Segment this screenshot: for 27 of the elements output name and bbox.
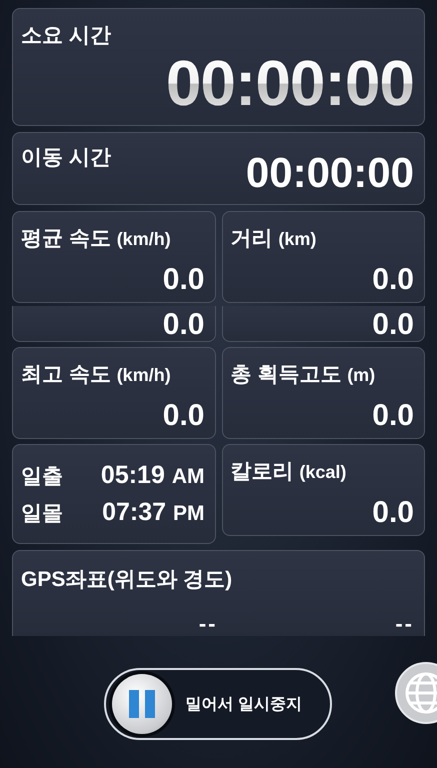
- stat-value: 0.0: [372, 399, 414, 432]
- slide-to-pause-slider[interactable]: 밀어서 일시중지: [104, 668, 332, 740]
- stat-label: 최고 속도 (km/h): [21, 362, 172, 388]
- card-label: 소요 시간: [21, 23, 112, 49]
- card-label: GPS좌표(위도와 경도): [21, 567, 234, 593]
- globe-icon[interactable]: [395, 662, 437, 724]
- pause-icon: [126, 689, 156, 719]
- stat-value: 0.0: [372, 496, 414, 529]
- stat-label: 칼로리 (kcal): [230, 459, 348, 485]
- stat-value: 0.0: [372, 263, 414, 296]
- stat-value: 0.0: [162, 399, 204, 432]
- sun-time: 05:19 AM: [100, 461, 204, 490]
- stat-label: 거리 (km): [230, 226, 318, 252]
- slider-label: 밀어서 일시중지: [186, 694, 302, 714]
- latitude-value: --: [198, 611, 218, 637]
- sun-time: 07:37 PM: [102, 498, 204, 527]
- stat-value: 0.0: [162, 308, 204, 341]
- stat-label: 총 획득고도 (m): [230, 362, 376, 388]
- stat-value: 0.0: [162, 263, 204, 296]
- longitude-value: --: [395, 611, 414, 637]
- stat-value: 0.0: [372, 308, 414, 341]
- sun-label: 일몰: [21, 500, 63, 526]
- card-label: 이동 시간: [21, 145, 111, 171]
- slider-handle[interactable]: [112, 674, 172, 734]
- moving-time-value: 00:00:00: [246, 152, 414, 194]
- stat-label: 평균 속도 (km/h): [21, 226, 172, 252]
- sun-label: 일출: [21, 464, 63, 490]
